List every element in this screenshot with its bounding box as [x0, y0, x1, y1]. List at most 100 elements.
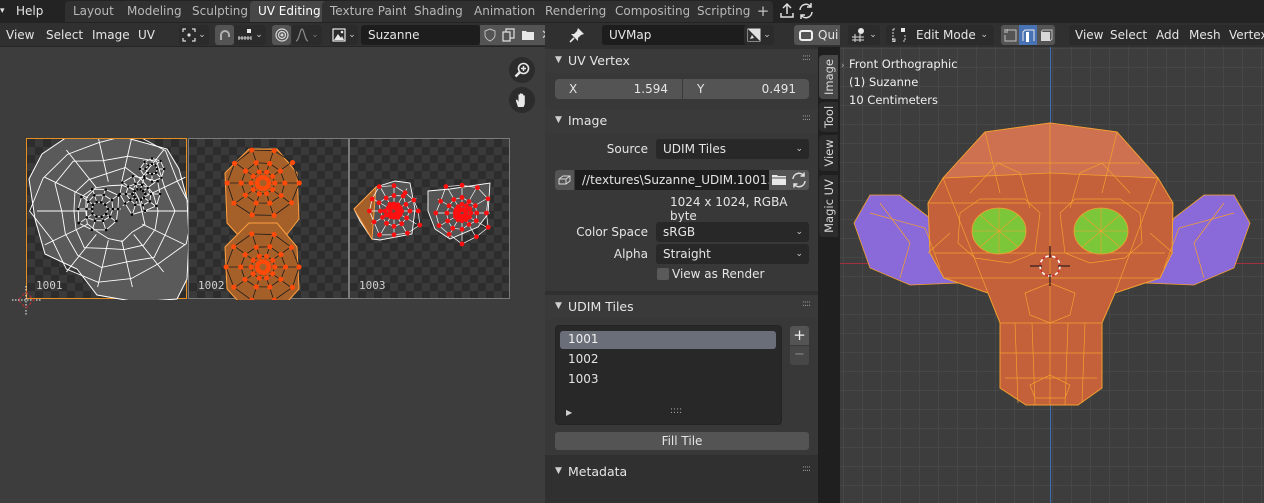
list-resize-grip-icon[interactable]: ::::: [670, 406, 682, 416]
workspace-tab-scripting[interactable]: Scripting: [689, 1, 759, 22]
sidebar-tab-tool[interactable]: Tool: [819, 102, 838, 132]
uv-canvas[interactable]: 1001 1002 1003: [0, 47, 545, 503]
folder-icon: [772, 175, 786, 185]
panel-header-uv-vertex[interactable]: ▼ UV Vertex ::::: [545, 49, 818, 73]
drag-grip-icon[interactable]: ::::: [802, 113, 811, 123]
udim-tile-1002[interactable]: 1002: [188, 138, 349, 300]
suzanne-mesh[interactable]: [840, 103, 1264, 423]
sidebar-tab-magic-uv[interactable]: Magic UV: [819, 175, 838, 237]
panel-title-image: Image: [568, 113, 608, 128]
drag-grip-icon[interactable]: ::::: [802, 53, 811, 63]
quick-button[interactable]: Qui: [794, 25, 840, 45]
viewport-menu-vertex[interactable]: Vertex: [1223, 25, 1264, 45]
menu-overflow-icon[interactable]: ▾: [0, 0, 6, 22]
view-as-render-checkbox[interactable]: [657, 268, 669, 280]
zoom-view-button[interactable]: [509, 57, 535, 83]
udim-tile-1001[interactable]: 1001: [26, 138, 188, 300]
panel-header-image[interactable]: ▼ Image ::::: [545, 109, 818, 133]
menu-help[interactable]: Help: [10, 2, 49, 20]
uv-island-ears: [353, 180, 491, 247]
duplicate-icon: [502, 28, 515, 42]
filepath-field[interactable]: //textures\Suzanne_UDIM.1001.png: [575, 170, 794, 190]
workspace-tab-modeling[interactable]: Modeling: [119, 1, 190, 22]
fill-tile-button[interactable]: Fill Tile: [555, 432, 809, 450]
pack-image-button[interactable]: [555, 170, 574, 190]
quick-button-label: Qui: [818, 28, 839, 42]
remove-tile-button[interactable]: −: [790, 346, 809, 365]
snap-toggle[interactable]: [215, 25, 234, 45]
drag-grip-icon[interactable]: ::::: [802, 464, 811, 474]
source-dropdown[interactable]: UDIM Tiles ⌄: [656, 139, 809, 159]
face-select-mode-button[interactable]: [1037, 25, 1055, 45]
uv-vertex-y-field[interactable]: Y 0.491: [683, 79, 809, 99]
workspace-tab-rendering[interactable]: Rendering: [537, 1, 615, 22]
panel-header-metadata[interactable]: ▼ Metadata ::::: [545, 460, 818, 484]
list-filter-expand-icon[interactable]: ▶: [566, 408, 572, 417]
view-as-render-label: View as Render: [672, 267, 765, 281]
uv-header-right: UVMap ⌄ Qui: [545, 23, 840, 47]
filepath-value: //textures\Suzanne_UDIM.1001.png: [582, 173, 795, 187]
object-interaction-dropdown[interactable]: ⌄: [848, 25, 880, 45]
tile-label-1003: 1003: [359, 279, 386, 292]
proportional-icon: [274, 28, 289, 42]
udim-list-item-1001[interactable]: 1001: [568, 332, 599, 346]
2d-cursor-icon[interactable]: [12, 286, 42, 316]
viewport-menu-add[interactable]: Add: [1150, 25, 1186, 45]
workspace-tab-uv-editing[interactable]: UV Editing: [250, 1, 329, 22]
sidebar-tab-image[interactable]: Image: [819, 55, 838, 99]
workspace-tab-sculpting[interactable]: Sculpting: [184, 1, 257, 22]
uv-map-field[interactable]: UVMap: [602, 25, 748, 45]
udim-tile-1003[interactable]: 1003: [349, 138, 510, 299]
viewport-menu-mesh[interactable]: Mesh: [1183, 25, 1227, 45]
uv-menu-view[interactable]: View: [6, 26, 34, 44]
fake-user-button[interactable]: [480, 25, 499, 45]
color-space-dropdown[interactable]: sRGB ⌄: [656, 222, 809, 242]
sync-icon[interactable]: [797, 1, 815, 21]
pin-icon[interactable]: [569, 27, 585, 43]
pivot-point-dropdown[interactable]: ⌄: [179, 25, 209, 45]
viewport-menu-select[interactable]: Select: [1104, 25, 1154, 45]
display-channels-dropdown[interactable]: ⌄: [744, 25, 774, 45]
uv-menu-select[interactable]: Select: [46, 26, 83, 44]
alpha-dropdown[interactable]: Straight ⌄: [656, 244, 809, 264]
upload-icon[interactable]: [778, 1, 796, 21]
pan-view-button[interactable]: [509, 87, 535, 113]
drag-grip-icon[interactable]: ::::: [802, 299, 811, 309]
uv-menu-image[interactable]: Image: [92, 26, 130, 44]
workspace-tab-layout[interactable]: Layout: [65, 1, 122, 22]
mode-dropdown[interactable]: Edit Mode ⌄: [886, 25, 994, 45]
workspace-tab-animation[interactable]: Animation: [466, 1, 544, 22]
sidebar-tab-view[interactable]: View: [819, 135, 838, 171]
browse-file-button[interactable]: [769, 170, 789, 190]
snap-increment-icon: [238, 29, 252, 40]
edge-select-mode-button[interactable]: [1019, 25, 1037, 45]
udim-list-item-1002[interactable]: 1002: [568, 352, 599, 366]
image-name-field[interactable]: Suzanne: [361, 25, 480, 45]
vertex-select-mode-button[interactable]: [1001, 25, 1019, 45]
add-workspace-button[interactable]: +: [753, 1, 773, 22]
uv-menu-uv[interactable]: UV: [138, 26, 155, 44]
uv-vertex-x-field[interactable]: X 1.594: [555, 79, 682, 99]
workspace-tab-shading[interactable]: Shading: [406, 1, 471, 22]
image-alpha-icon: [747, 28, 761, 42]
udim-list-item-1003[interactable]: 1003: [568, 372, 599, 386]
workspace-tab-texture-paint[interactable]: Texture Paint: [322, 1, 416, 22]
3d-viewport[interactable]: ⌄ Edit Mode ⌄ View Select Add Mesh Verte…: [840, 23, 1264, 503]
image-browse-dropdown[interactable]: ⌄: [330, 25, 358, 45]
edge-select-icon: [1022, 29, 1034, 42]
expand-toolbar-icon[interactable]: ›: [841, 61, 845, 71]
workspace-tab-compositing[interactable]: Compositing: [607, 1, 699, 22]
duplicate-image-button[interactable]: [499, 25, 518, 45]
color-space-label: Color Space: [576, 225, 648, 239]
add-tile-button[interactable]: +: [790, 326, 809, 345]
reload-image-button[interactable]: [789, 170, 809, 190]
uv-vertex-x-label: X: [569, 82, 578, 96]
proportional-editing-toggle[interactable]: [272, 25, 291, 45]
proportional-falloff-dropdown[interactable]: ⌄: [292, 25, 322, 45]
snap-target-dropdown[interactable]: ⌄: [234, 25, 266, 45]
panel-header-udim-tiles[interactable]: ▼ UDIM Tiles ::::: [545, 295, 818, 319]
source-label: Source: [606, 142, 648, 156]
open-image-button[interactable]: [518, 25, 537, 45]
chevron-down-icon: ⌄: [795, 249, 803, 259]
hand-icon: [515, 93, 525, 107]
